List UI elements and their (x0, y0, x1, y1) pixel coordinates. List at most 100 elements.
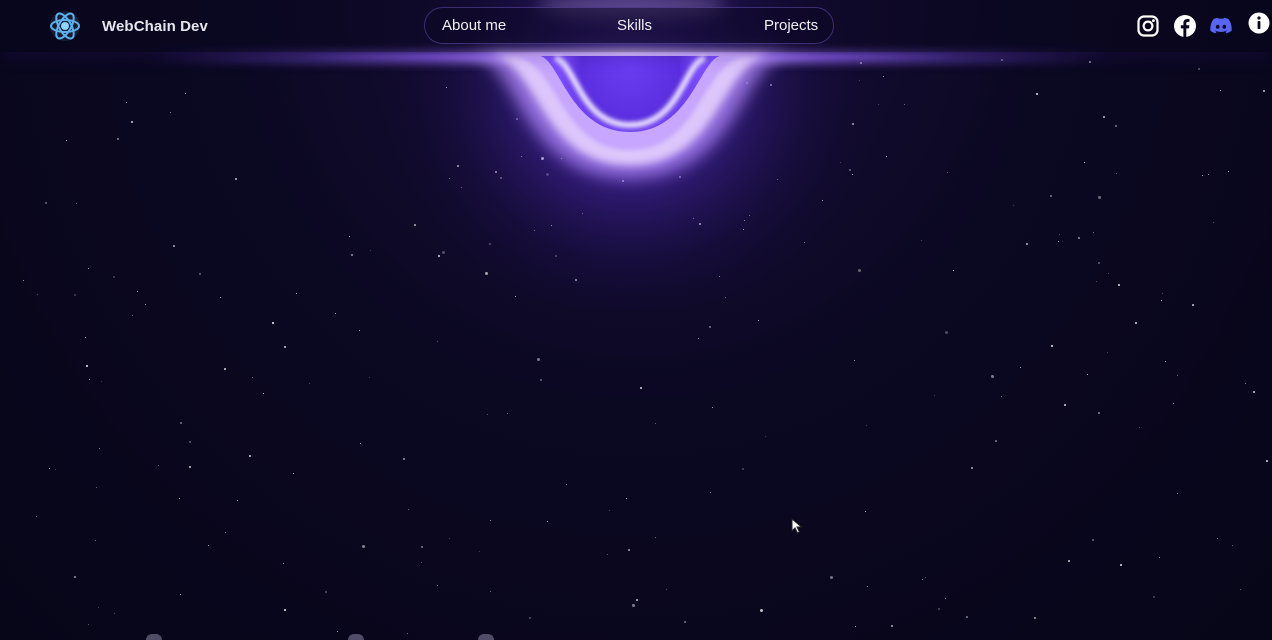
star (852, 174, 853, 175)
offscreen-icon (348, 634, 364, 640)
star (479, 551, 480, 552)
star (249, 455, 251, 457)
star (561, 158, 562, 159)
star (684, 621, 686, 623)
star (117, 138, 119, 140)
star (1192, 304, 1194, 306)
star (296, 293, 297, 294)
star (449, 538, 450, 539)
star (541, 157, 544, 160)
star (74, 576, 76, 578)
star (1098, 262, 1100, 264)
page: WebChain Dev About me Skills Projects (0, 0, 1272, 640)
star (749, 215, 750, 216)
star (866, 425, 867, 426)
star (547, 91, 548, 92)
star (712, 407, 713, 408)
discord-link[interactable] (1209, 14, 1233, 38)
star (284, 609, 286, 611)
star (597, 141, 599, 143)
star (860, 62, 862, 64)
star (1087, 374, 1088, 375)
star (421, 546, 423, 548)
nav-projects[interactable]: Projects (764, 8, 818, 45)
star (719, 276, 720, 277)
nav-skills[interactable]: Skills (617, 8, 652, 45)
star (131, 121, 133, 123)
star (1159, 557, 1160, 558)
star (855, 626, 856, 627)
star (1064, 404, 1066, 406)
star (1107, 352, 1108, 353)
star (362, 545, 365, 548)
star (840, 162, 841, 163)
starfield (0, 0, 1272, 640)
star (85, 337, 86, 338)
star (158, 465, 159, 466)
star (351, 254, 353, 256)
star (600, 151, 601, 152)
star (770, 84, 772, 86)
star (777, 179, 778, 180)
star (189, 441, 191, 443)
star (744, 220, 745, 221)
star (830, 576, 833, 579)
star (1078, 237, 1080, 239)
star (263, 393, 264, 394)
star (758, 320, 759, 321)
star (132, 315, 133, 316)
navbar: WebChain Dev About me Skills Projects (0, 0, 1272, 52)
info-link[interactable] (1247, 11, 1271, 35)
star (185, 93, 186, 94)
star (1228, 171, 1229, 172)
star (628, 549, 630, 551)
star (698, 338, 699, 339)
star (507, 413, 508, 414)
star (99, 448, 100, 449)
star (446, 87, 447, 88)
discord-icon (1210, 17, 1232, 34)
star (1116, 173, 1117, 174)
star (490, 520, 491, 521)
star (1115, 125, 1117, 127)
star (1208, 174, 1209, 175)
brand-link[interactable]: WebChain Dev (48, 8, 208, 44)
star (1062, 241, 1063, 242)
star (1036, 93, 1038, 95)
star (495, 171, 497, 173)
star (743, 229, 744, 230)
star (1266, 460, 1268, 462)
facebook-link[interactable] (1173, 14, 1197, 38)
offscreen-icon (478, 634, 494, 640)
star (335, 313, 336, 314)
star (760, 609, 763, 612)
star (555, 255, 557, 257)
star (1253, 391, 1255, 393)
mouse-cursor-icon (791, 518, 803, 534)
star (360, 443, 361, 444)
star (947, 172, 948, 173)
instagram-link[interactable] (1136, 14, 1160, 38)
star (86, 365, 88, 367)
star (709, 326, 711, 328)
star (1108, 273, 1109, 274)
star (1089, 61, 1091, 63)
nav-about-me[interactable]: About me (442, 8, 506, 45)
star (1177, 493, 1178, 494)
star (1093, 232, 1094, 233)
star (551, 225, 552, 226)
star (421, 562, 422, 563)
instagram-icon (1137, 15, 1159, 37)
star (500, 177, 502, 179)
star (293, 473, 294, 474)
facebook-icon (1174, 15, 1196, 37)
star (1162, 293, 1163, 294)
star (607, 554, 608, 555)
star (88, 268, 89, 269)
star (865, 511, 866, 512)
star (235, 178, 237, 180)
star (89, 379, 90, 380)
star (461, 187, 462, 188)
star (564, 99, 565, 100)
star (96, 487, 97, 488)
